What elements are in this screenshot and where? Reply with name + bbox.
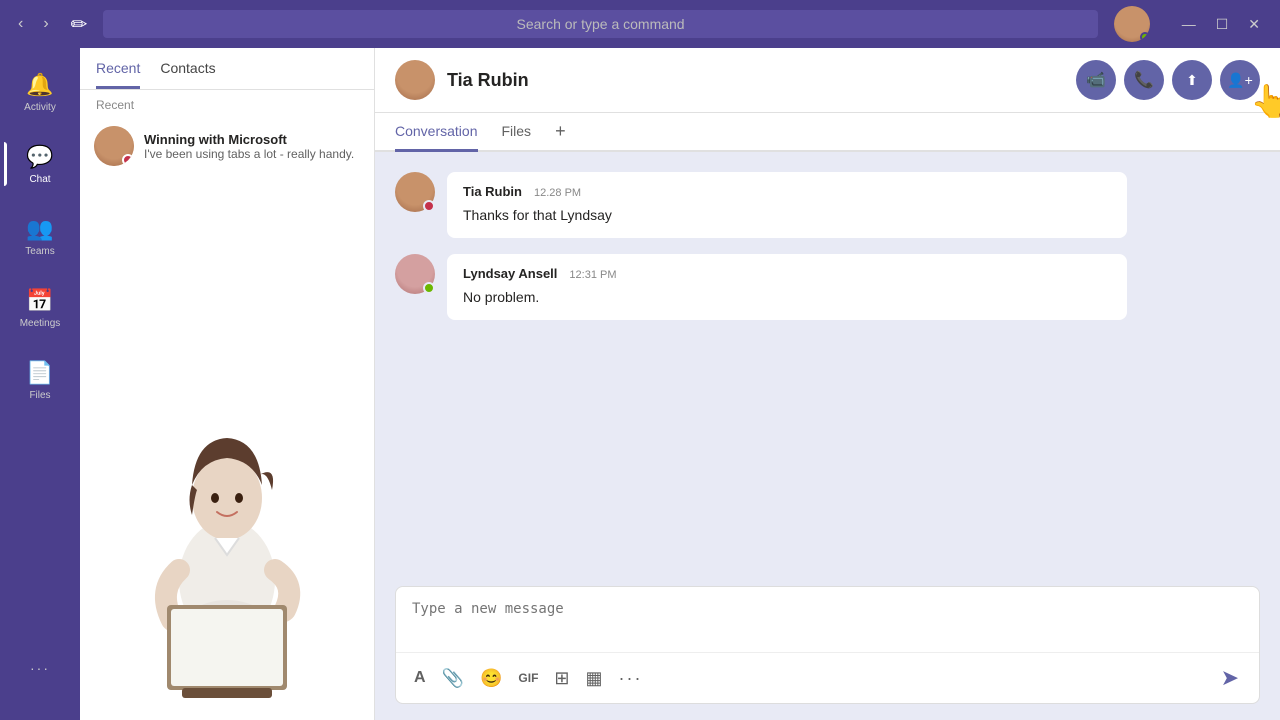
- maximize-button[interactable]: ☐: [1208, 12, 1237, 37]
- chat-list-item[interactable]: Winning with Microsoft I've been using t…: [80, 116, 374, 176]
- conversation-tabs: Conversation Files +: [375, 113, 1280, 152]
- compose-area: A 📎 😊 GIF ⊞ ▦ ··· ➤: [395, 586, 1260, 704]
- nav-controls: ‹ › ✏: [12, 11, 87, 37]
- gif-button[interactable]: GIF: [512, 667, 544, 689]
- chat-tabs: Recent Contacts: [80, 48, 374, 90]
- sidebar-label-files: Files: [29, 390, 50, 401]
- recent-label: Recent: [80, 90, 374, 116]
- sidebar-item-meetings[interactable]: 📅 Meetings: [4, 272, 76, 344]
- message-text: No problem.: [463, 287, 1111, 308]
- message-text: Thanks for that Lyndsay: [463, 205, 1111, 226]
- compose-input[interactable]: [396, 587, 1259, 647]
- nav-back-button[interactable]: ‹: [12, 11, 29, 37]
- sticker-button[interactable]: ⊞: [548, 664, 575, 693]
- more-icon: ···: [30, 660, 50, 676]
- chat-item-name: Winning with Microsoft: [144, 132, 360, 147]
- phone-icon: 📞: [1134, 70, 1154, 90]
- message-time: 12:31 PM: [569, 269, 616, 281]
- main-layout: 🔔 Activity 💬 Chat 👥 Teams 📅 Meetings 📄 F…: [0, 48, 1280, 720]
- user-status-dot: [1140, 32, 1150, 42]
- chat-icon: 💬: [26, 144, 53, 170]
- add-person-button[interactable]: 👤+: [1220, 60, 1260, 100]
- compose-button[interactable]: ✏: [71, 12, 88, 37]
- messages-area: Tia Rubin 12.28 PM Thanks for that Lynds…: [375, 152, 1280, 586]
- sidebar-item-teams[interactable]: 👥 Teams: [4, 200, 76, 272]
- chat-item-preview: I've been using tabs a lot - really hand…: [144, 147, 360, 161]
- share-icon: ⬆: [1186, 72, 1198, 89]
- message-header: Lyndsay Ansell 12:31 PM: [463, 266, 1111, 281]
- nav-forward-button[interactable]: ›: [37, 11, 54, 37]
- video-icon: 📹: [1086, 70, 1106, 90]
- busy-status-dot: [122, 154, 134, 166]
- message-header: Tia Rubin 12.28 PM: [463, 184, 1111, 199]
- sidebar-item-files[interactable]: 📄 Files: [4, 344, 76, 416]
- video-call-button[interactable]: 📹: [1076, 60, 1116, 100]
- message-avatar-lyndsay: [395, 254, 435, 294]
- compose-toolbar: A 📎 😊 GIF ⊞ ▦ ··· ➤: [396, 652, 1259, 703]
- sidebar-label-meetings: Meetings: [20, 318, 61, 329]
- message-block: Tia Rubin 12.28 PM Thanks for that Lynds…: [395, 172, 1260, 238]
- files-icon: 📄: [26, 360, 53, 386]
- meeting-button[interactable]: ▦: [580, 664, 609, 693]
- tia-status-dot: [423, 200, 435, 212]
- emoji-button[interactable]: 😊: [474, 664, 508, 693]
- send-button[interactable]: ➤: [1213, 661, 1247, 695]
- message-time: 12.28 PM: [534, 187, 581, 199]
- conversation-actions: 📹 📞 ⬆ 👤+ 👆: [1076, 60, 1260, 100]
- message-sender: Lyndsay Ansell: [463, 266, 557, 281]
- message-bubble: Tia Rubin 12.28 PM Thanks for that Lynds…: [447, 172, 1127, 238]
- teams-icon: 👥: [26, 216, 53, 242]
- tab-conversation[interactable]: Conversation: [395, 113, 478, 152]
- user-avatar[interactable]: [1114, 6, 1150, 42]
- format-text-button[interactable]: A: [408, 665, 432, 691]
- sidebar-label-chat: Chat: [29, 174, 50, 185]
- conversation-area: Tia Rubin 📹 📞 ⬆ 👤+ 👆: [375, 48, 1280, 720]
- screen-share-button[interactable]: ⬆: [1172, 60, 1212, 100]
- sidebar: 🔔 Activity 💬 Chat 👥 Teams 📅 Meetings 📄 F…: [0, 48, 80, 720]
- lyndsay-status-dot: [423, 282, 435, 294]
- audio-call-button[interactable]: 📞: [1124, 60, 1164, 100]
- chat-item-info: Winning with Microsoft I've been using t…: [144, 132, 360, 161]
- window-controls: — ☐ ✕: [1174, 12, 1268, 37]
- add-tab-button[interactable]: +: [555, 113, 566, 150]
- add-person-icon: 👤+: [1227, 72, 1253, 89]
- message-sender: Tia Rubin: [463, 184, 522, 199]
- attach-button[interactable]: 📎: [436, 664, 470, 693]
- chat-item-avatar: [94, 126, 134, 166]
- presenter-svg: [127, 410, 327, 720]
- message-block: Lyndsay Ansell 12:31 PM No problem.: [395, 254, 1260, 320]
- minimize-button[interactable]: —: [1174, 12, 1204, 37]
- contact-name: Tia Rubin: [447, 70, 1076, 91]
- message-avatar-tia: [395, 172, 435, 212]
- conversation-header: Tia Rubin 📹 📞 ⬆ 👤+ 👆: [375, 48, 1280, 113]
- more-toolbar-button[interactable]: ···: [613, 664, 649, 693]
- tab-recent[interactable]: Recent: [96, 60, 140, 89]
- sidebar-item-activity[interactable]: 🔔 Activity: [4, 56, 76, 128]
- sidebar-item-chat[interactable]: 💬 Chat: [4, 128, 76, 200]
- sidebar-label-activity: Activity: [24, 102, 56, 113]
- title-bar: ‹ › ✏ — ☐ ✕: [0, 0, 1280, 48]
- close-button[interactable]: ✕: [1240, 12, 1268, 37]
- search-input[interactable]: [103, 10, 1097, 38]
- activity-icon: 🔔: [26, 72, 53, 98]
- sidebar-item-more[interactable]: ···: [4, 632, 76, 704]
- message-bubble: Lyndsay Ansell 12:31 PM No problem.: [447, 254, 1127, 320]
- tab-files[interactable]: Files: [502, 113, 532, 152]
- tab-contacts[interactable]: Contacts: [160, 60, 215, 89]
- sidebar-label-teams: Teams: [25, 246, 54, 257]
- presenter-illustration: [80, 176, 374, 720]
- meetings-icon: 📅: [26, 288, 53, 314]
- chat-panel: Recent Contacts Recent Winning with Micr…: [80, 48, 375, 720]
- contact-avatar: [395, 60, 435, 100]
